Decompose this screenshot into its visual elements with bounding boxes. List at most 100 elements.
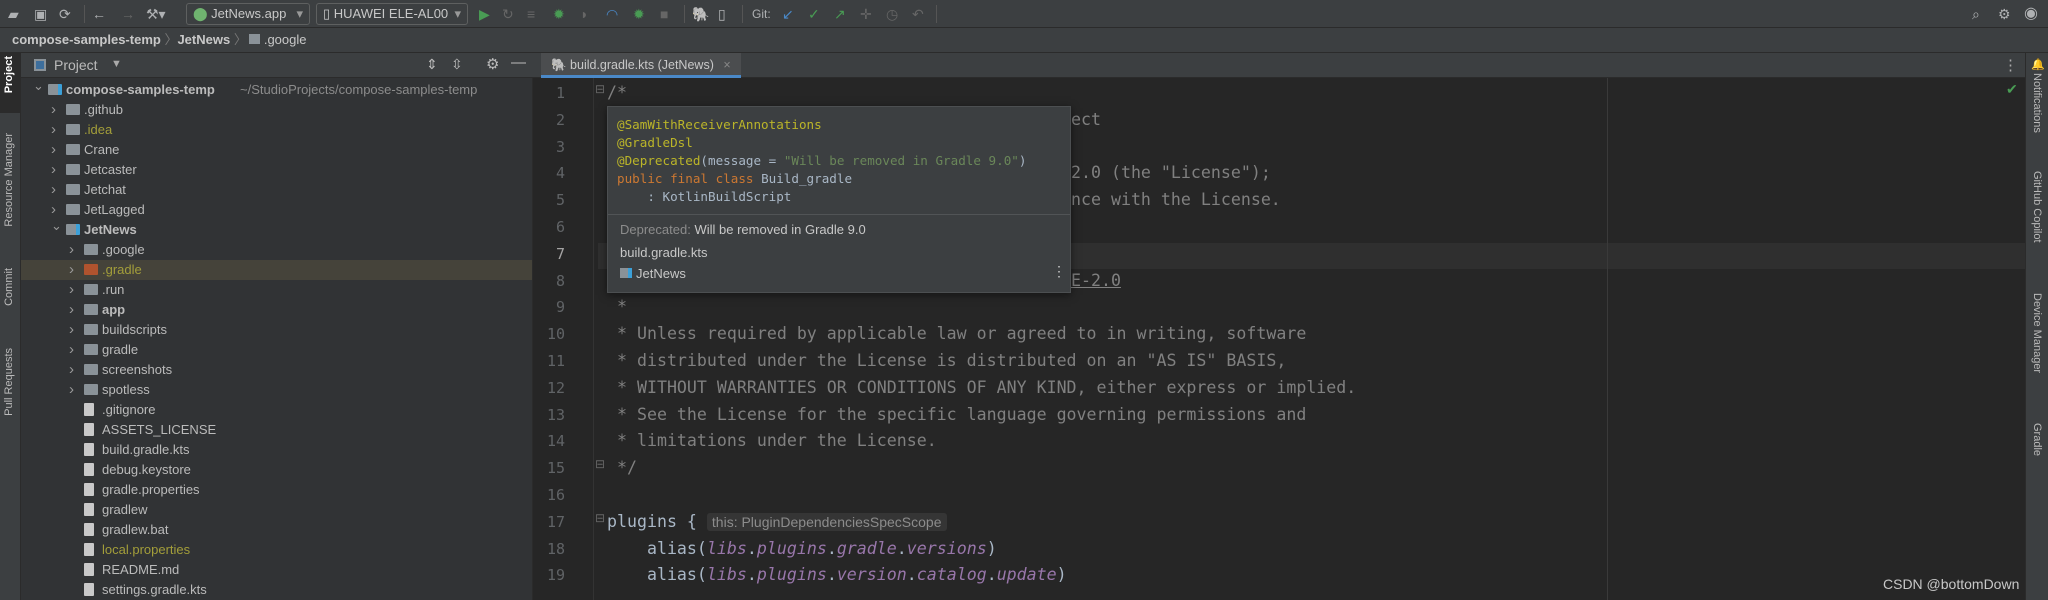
minimize-icon[interactable]: — (511, 54, 526, 71)
code-line[interactable]: 2.0 (the "License"); (1071, 160, 1271, 186)
chevron-down-icon[interactable]: ⌄ (51, 216, 62, 236)
gradle-sync-icon[interactable]: 🐘 (692, 5, 709, 23)
git-push-icon[interactable]: ↗ (834, 5, 846, 23)
gear-icon[interactable]: ⚙ (486, 55, 499, 73)
gear-icon[interactable]: ⚙ (1998, 5, 2011, 23)
run-icon[interactable]: ▶ (479, 5, 490, 23)
apply-changes-icon[interactable]: ≡ (527, 5, 535, 23)
code-line[interactable]: * WITHOUT WARRANTIES OR CONDITIONS OF AN… (607, 375, 1356, 401)
chevron-right-icon[interactable]: › (69, 380, 74, 400)
fold-icon[interactable]: ⊟ (595, 457, 605, 471)
code-line[interactable]: ect (1071, 107, 1101, 133)
code-line[interactable]: /* (607, 80, 627, 106)
doc-module-link[interactable]: JetNews (620, 266, 686, 281)
code-line[interactable]: plugins { this: PluginDependenciesSpecSc… (607, 509, 947, 535)
rerun-icon[interactable]: ↻ (502, 5, 514, 23)
tool-window-commit[interactable]: Commit (3, 268, 15, 306)
profile-icon[interactable]: ◠ (606, 5, 618, 23)
tree-item[interactable]: › .idea (21, 120, 532, 140)
tree-item[interactable]: › Jetchat (21, 180, 532, 200)
tree-item[interactable]: › Jetcaster (21, 160, 532, 180)
forward-icon[interactable]: → (121, 5, 135, 23)
code-line[interactable]: * Unless required by applicable law or a… (607, 321, 1306, 347)
tree-item[interactable]: › .gradle (21, 260, 532, 280)
chevron-right-icon[interactable]: › (69, 320, 74, 340)
expand-all-icon[interactable]: ⇕ (426, 56, 438, 73)
tree-item[interactable]: README.md (21, 560, 532, 580)
git-rollback-icon[interactable]: ↶ (912, 5, 924, 23)
code-line[interactable]: * See the License for the specific langu… (607, 402, 1306, 428)
more-options-icon[interactable]: ⋮ (2003, 56, 2018, 74)
breadcrumb-item[interactable]: .google (264, 32, 307, 47)
code-line[interactable]: * distributed under the License is distr… (607, 348, 1286, 374)
chevron-right-icon[interactable]: › (51, 140, 56, 160)
collapse-all-icon[interactable]: ⇳ (451, 56, 463, 73)
build-icon[interactable]: ⚒▾ (146, 5, 166, 23)
tree-item[interactable]: › .run (21, 280, 532, 300)
open-folder-icon[interactable]: ▰ (8, 5, 19, 23)
stop-icon[interactable]: ■ (660, 5, 668, 23)
code-line[interactable]: alias(libs.plugins.gradle.versions) (607, 536, 997, 562)
tree-item[interactable]: ⌄ JetNews (21, 218, 532, 240)
tool-window-device-manager[interactable]: Device Manager (2031, 293, 2043, 373)
chevron-right-icon[interactable]: › (69, 300, 74, 320)
inspection-ok-icon[interactable]: ✔ (2006, 81, 2018, 98)
tree-item[interactable]: › buildscripts (21, 320, 532, 340)
chevron-right-icon[interactable]: › (69, 360, 74, 380)
attach-debugger-icon[interactable]: ◗ (580, 5, 588, 23)
back-icon[interactable]: ← (92, 5, 106, 23)
chevron-right-icon[interactable]: › (69, 240, 74, 260)
chevron-down-icon[interactable]: ⌄ (33, 76, 44, 96)
device-select[interactable]: ▯ HUAWEI ELE-AL00 ▾ (316, 3, 468, 25)
code-line[interactable]: * (607, 294, 627, 320)
tool-window-notifications[interactable]: Notifications (2031, 73, 2043, 133)
tree-item[interactable]: build.gradle.kts (21, 440, 532, 460)
git-merge-icon[interactable]: ✛ (860, 5, 872, 23)
tree-item[interactable]: gradlew (21, 500, 532, 520)
chevron-right-icon[interactable]: › (51, 100, 56, 120)
tool-window-project[interactable]: Project (3, 56, 15, 93)
tool-window-resource-manager[interactable]: Resource Manager (3, 133, 15, 227)
tool-window-github-copilot[interactable]: GitHub Copilot (2031, 171, 2043, 243)
tree-item[interactable]: › .github (21, 100, 532, 120)
chevron-right-icon[interactable]: › (69, 280, 74, 300)
doc-file-link[interactable]: build.gradle.kts (620, 245, 707, 260)
more-options-icon[interactable]: ⋮ (1052, 263, 1066, 280)
breadcrumb-item[interactable]: JetNews (177, 32, 230, 47)
run-config-select[interactable]: ⬤ JetNews.app ▾ (186, 3, 310, 25)
sync-icon[interactable]: ⟳ (59, 5, 71, 23)
git-update-icon[interactable]: ↙ (782, 5, 794, 23)
avatar-icon[interactable]: ◉ (2024, 5, 2038, 23)
fold-icon[interactable]: ⊟ (595, 82, 605, 96)
code-line[interactable]: * limitations under the License. (607, 428, 937, 454)
chevron-right-icon[interactable]: › (69, 260, 74, 280)
tree-item[interactable]: › gradle (21, 340, 532, 360)
chevron-right-icon[interactable]: › (51, 120, 56, 140)
git-commit-icon[interactable]: ✓ (808, 5, 820, 23)
tree-item[interactable]: › Crane (21, 140, 532, 160)
tree-item[interactable]: ⌄ compose-samples-temp ~/StudioProjects/co… (21, 78, 532, 100)
chevron-right-icon[interactable]: › (69, 340, 74, 360)
tree-item[interactable]: gradlew.bat (21, 520, 532, 540)
tree-item[interactable]: › spotless (21, 380, 532, 400)
tree-item[interactable]: › screenshots (21, 360, 532, 380)
tree-item[interactable]: debug.keystore (21, 460, 532, 480)
device-manager-icon[interactable]: ▯ (718, 5, 726, 23)
code-line[interactable]: */ (607, 455, 637, 481)
save-icon[interactable]: ▣ (34, 5, 47, 23)
tree-item[interactable]: .gitignore (21, 400, 532, 420)
tree-item[interactable]: local.properties (21, 540, 532, 560)
tree-item[interactable]: › .google (21, 240, 532, 260)
code-line[interactable]: nce with the License. (1071, 187, 1281, 213)
chevron-right-icon[interactable]: › (51, 160, 56, 180)
code-line[interactable]: E-2.0 (1071, 268, 1121, 294)
breadcrumb-item[interactable]: compose-samples-temp (12, 32, 161, 47)
debug-android-icon[interactable]: ✹ (633, 5, 645, 23)
chevron-right-icon[interactable]: › (51, 180, 56, 200)
tree-item[interactable]: gradle.properties (21, 480, 532, 500)
git-history-icon[interactable]: ◷ (886, 5, 898, 23)
tree-item[interactable]: › app (21, 300, 532, 320)
tree-item[interactable]: ASSETS_LICENSE (21, 420, 532, 440)
tree-item[interactable]: settings.gradle.kts (21, 580, 532, 600)
search-icon[interactable]: ⌕ (1972, 5, 1980, 23)
